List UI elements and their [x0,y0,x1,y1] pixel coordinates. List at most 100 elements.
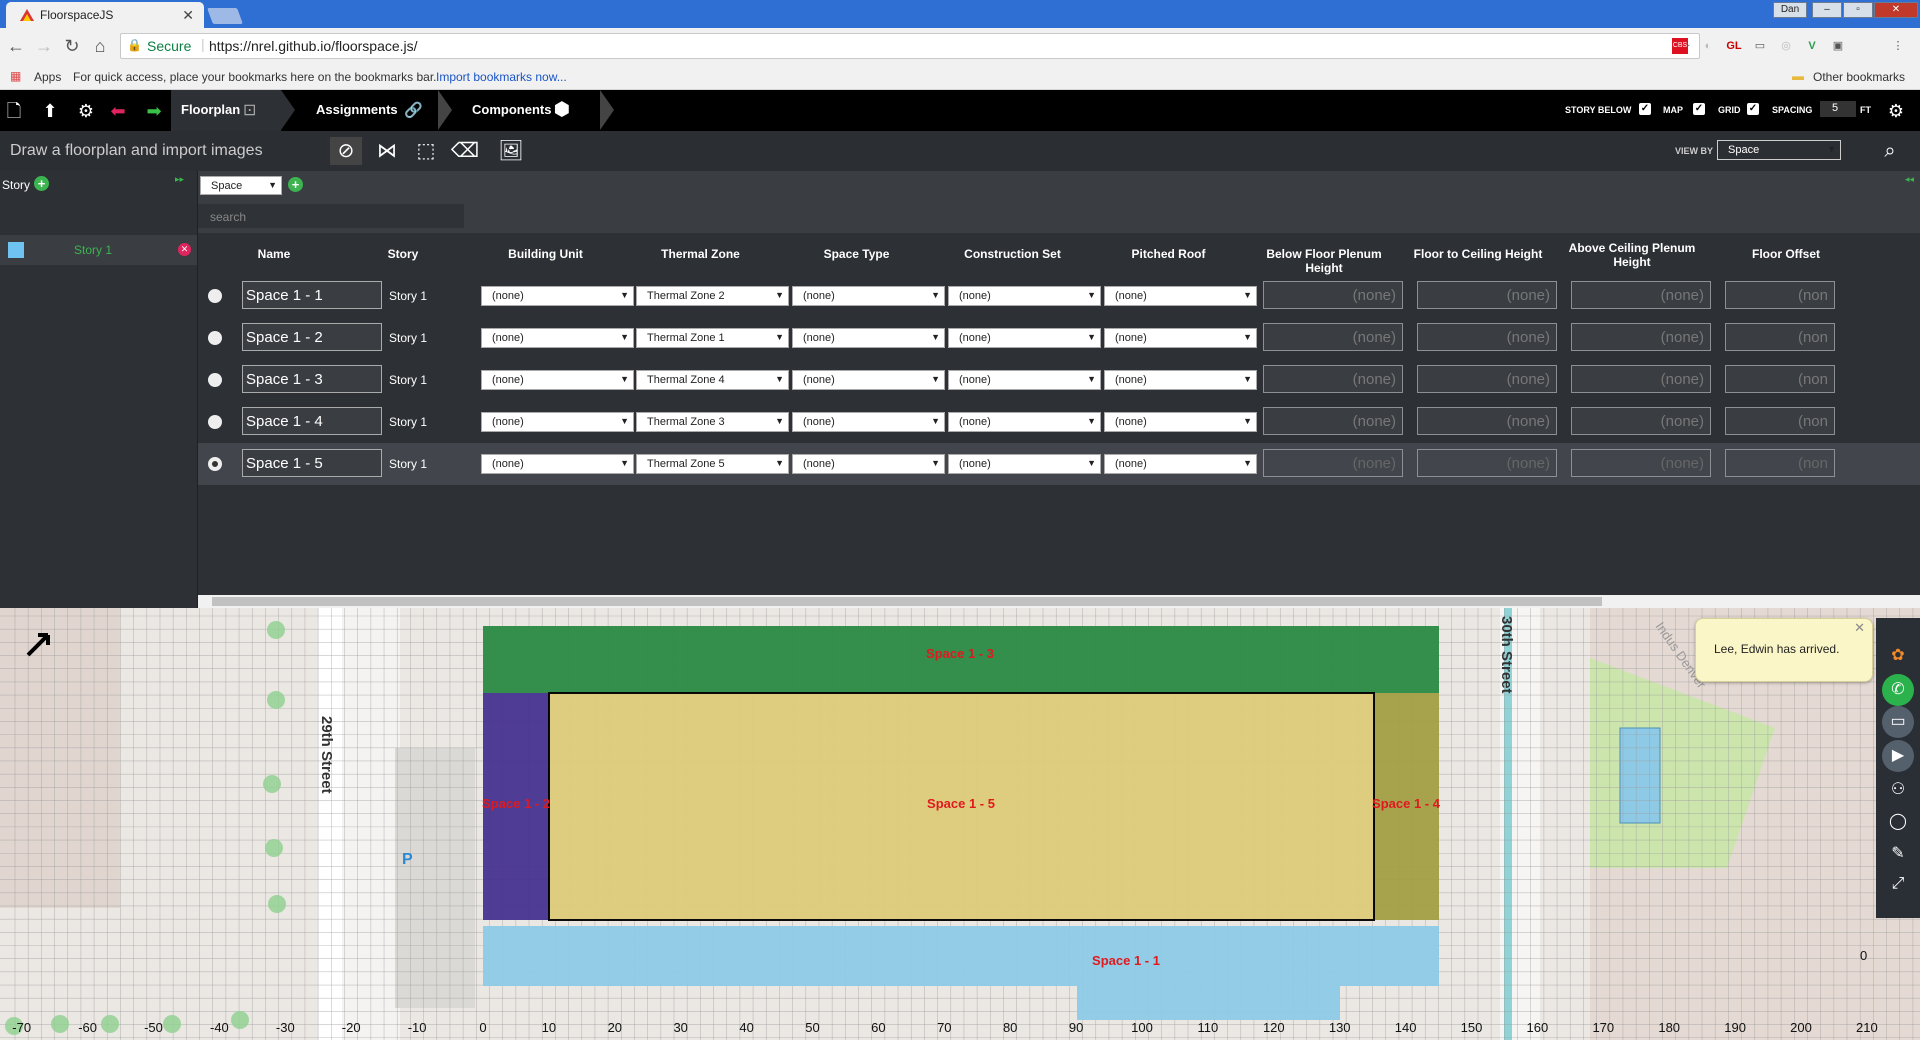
column-header[interactable]: Above Ceiling Plenum Height [1555,241,1709,269]
other-bookmarks[interactable]: Other bookmarks [1813,70,1905,84]
below-height-input[interactable]: (none) [1263,365,1403,393]
expand-panel-icon[interactable]: ◂◂ [1905,174,1914,185]
below-height-input[interactable]: (none) [1263,281,1403,309]
forward-arrow-icon[interactable]: → [34,36,54,56]
image-import-icon[interactable]: 🖼 [495,137,527,165]
above-height-input[interactable]: (none) [1571,407,1711,435]
scrollbar-thumb[interactable] [212,597,1602,606]
offset-height-input[interactable]: (non [1725,323,1835,351]
video-camera-icon[interactable]: ▶ [1882,740,1914,772]
thermal-zone-select[interactable]: Thermal Zone 4 [636,370,789,390]
close-notification-icon[interactable]: ✕ [1854,620,1865,636]
column-header[interactable]: Floor to Ceiling Height [1401,247,1555,261]
pitched-roof-select[interactable]: (none) [1104,370,1257,390]
above-height-input[interactable]: (none) [1571,323,1711,351]
space-name-input[interactable]: Space 1 - 3 [242,365,382,393]
table-row[interactable]: Space 1 - 3Story 1(none)Thermal Zone 4(n… [198,359,1920,401]
cast-icon[interactable]: ▭ [1752,38,1768,54]
space-name-input[interactable]: Space 1 - 2 [242,323,382,351]
bookmarks-apps[interactable]: Apps [34,70,61,84]
collapse-sidebar-icon[interactable]: ▸▸ [175,174,184,185]
pitched-roof-select[interactable]: (none) [1104,412,1257,432]
offset-height-input[interactable]: (non [1725,449,1835,477]
offset-height-input[interactable]: (non [1725,365,1835,393]
construction-set-select[interactable]: (none) [948,328,1101,348]
f2c-height-input[interactable]: (none) [1417,449,1557,477]
undo-arrow-icon[interactable]: ⬅ [106,99,130,123]
maximize-icon[interactable]: ▫ [1843,2,1873,18]
address-bar[interactable]: 🔒 Secure | https://nrel.github.io/floors… [120,33,1700,59]
below-height-input[interactable]: (none) [1263,407,1403,435]
f2c-height-input[interactable]: (none) [1417,281,1557,309]
above-height-input[interactable]: (none) [1571,281,1711,309]
spacing-input[interactable]: 5 [1820,101,1856,117]
add-story-icon[interactable]: + [34,176,49,191]
screen-share-icon[interactable]: ▭ [1882,706,1914,738]
home-icon[interactable]: ⌂ [90,36,110,56]
construction-set-select[interactable]: (none) [948,412,1101,432]
add-space-icon[interactable]: + [288,177,303,192]
thermal-zone-select[interactable]: Thermal Zone 5 [636,454,789,474]
column-header[interactable]: Name [210,247,338,261]
space-name-input[interactable]: Space 1 - 5 [242,449,382,477]
import-bookmarks-link[interactable]: Import bookmarks now... [436,70,567,84]
space-name-input[interactable]: Space 1 - 4 [242,407,382,435]
floorplan-canvas[interactable]: Space 1 - 1 Space 1 - 2 Space 1 - 3 Space 1… [0,608,1920,1040]
offset-height-input[interactable]: (non [1725,281,1835,309]
space-type-select[interactable]: (none) [792,328,945,348]
extension-icon[interactable]: ◎ [1778,38,1794,54]
browser-tab[interactable]: FloorspaceJS ✕ [6,2,204,28]
building-unit-select[interactable]: (none) [481,328,634,348]
building-unit-select[interactable]: (none) [481,412,634,432]
tab-assignments[interactable]: Assignments 🔗 [316,90,436,131]
story-list-item[interactable]: Story 1 ✕ [0,235,197,265]
f2c-height-input[interactable]: (none) [1417,323,1557,351]
phone-icon[interactable]: ✆ [1882,674,1914,706]
search-input[interactable]: search [198,204,464,228]
offset-height-input[interactable]: (non [1725,407,1835,435]
below-height-input[interactable]: (none) [1263,323,1403,351]
polygon-tool-icon[interactable]: ⋈ [371,137,403,165]
grid-type-select[interactable]: Space [200,176,282,195]
delete-story-icon[interactable]: ✕ [178,243,191,256]
tab-floorplan[interactable]: Floorplan ⊡ [171,90,281,131]
chat-bubble-icon[interactable]: ◯ [1882,806,1914,838]
thermal-zone-select[interactable]: Thermal Zone 3 [636,412,789,432]
contacts-icon[interactable]: ⚇ [1882,774,1914,806]
redo-arrow-icon[interactable]: ➡ [142,99,166,123]
pitched-roof-select[interactable]: (none) [1104,286,1257,306]
minimize-icon[interactable]: – [1812,2,1842,18]
column-header[interactable]: Building Unit [468,247,623,261]
column-header[interactable]: Construction Set [935,247,1090,261]
thermal-zone-select[interactable]: Thermal Zone 1 [636,328,789,348]
eraser-tool-icon[interactable]: ⌫ [449,137,481,165]
f2c-height-input[interactable]: (none) [1417,365,1557,393]
row-select-radio[interactable] [208,331,222,345]
menu-dots-icon[interactable]: ⋮ [1890,38,1906,54]
column-header[interactable]: Space Type [779,247,934,261]
column-header[interactable]: Below Floor Plenum Height [1247,247,1401,275]
extension-icon[interactable]: ◐ [1700,38,1716,54]
zoom-search-icon[interactable]: ⌕ [1874,137,1906,165]
pen-icon[interactable]: ✎ [1882,838,1914,870]
space-type-select[interactable]: (none) [792,370,945,390]
grid-checkbox[interactable]: ✓ [1747,103,1759,115]
below-height-input[interactable]: (none) [1263,449,1403,477]
app-logo-icon[interactable]: ✿ [1882,640,1914,672]
construction-set-select[interactable]: (none) [948,286,1101,306]
tab-components[interactable]: Components ⬢ [472,90,612,131]
pitched-roof-select[interactable]: (none) [1104,454,1257,474]
column-header[interactable]: Story [338,247,468,261]
above-height-input[interactable]: (none) [1571,365,1711,393]
window-close-icon[interactable]: ✕ [1874,2,1918,18]
building-unit-select[interactable]: (none) [481,454,634,474]
extension-icon[interactable]: ▣ [1830,38,1846,54]
f2c-height-input[interactable]: (none) [1417,407,1557,435]
new-file-icon[interactable]: 🗋 [2,99,26,123]
column-header[interactable]: Thermal Zone [623,247,778,261]
row-select-radio[interactable] [208,457,222,471]
rectangle-tool-icon[interactable]: ⊘ [330,137,362,165]
table-row[interactable]: Space 1 - 1Story 1(none)Thermal Zone 2(n… [198,275,1920,317]
above-height-input[interactable]: (none) [1571,449,1711,477]
space-type-select[interactable]: (none) [792,286,945,306]
